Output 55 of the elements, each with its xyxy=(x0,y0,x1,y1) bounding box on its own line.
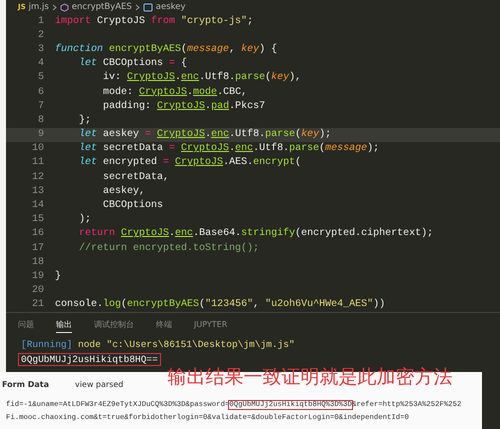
code-line: mode: CryptoJS.mode.CBC, xyxy=(102,86,248,98)
breadcrumb-item[interactable]: jm.js xyxy=(28,2,49,12)
code-line: import CryptoJS from "crypto-js"; xyxy=(55,16,254,27)
code-line: padding: CryptoJS.pad.Pkcs7 xyxy=(102,100,266,112)
code-line: let aeskey = CryptoJS.enc.Utf8.parse(key); xyxy=(78,129,332,140)
code-line: }; xyxy=(78,114,92,126)
line-number: 17 xyxy=(30,242,45,254)
code-line: ); xyxy=(78,214,92,226)
line-number: 8 xyxy=(36,114,45,126)
code-line: //return encrypted.toString(); xyxy=(78,242,260,254)
annotation-text: 输出结果一致证明就是此加密方法 xyxy=(167,365,452,390)
line-number: 4 xyxy=(36,58,45,70)
line-number: 19 xyxy=(30,270,45,282)
code-line: console.log(encryptByAES("123456", "u2oh6Vu^HWe4_AES")) xyxy=(55,299,386,310)
breadcrumb-item[interactable]: encryptByAES xyxy=(72,2,132,12)
chevron-icon xyxy=(134,4,140,10)
panel-tab[interactable]: 终端 xyxy=(156,317,172,332)
code-line: CBCOptions xyxy=(102,200,164,212)
code-line: } xyxy=(55,270,62,282)
panel-tab[interactable]: JUPYTER xyxy=(194,318,228,332)
breadcrumb-item[interactable]: aeskey xyxy=(156,2,186,12)
code-line: let CBCOptions = { xyxy=(78,58,188,70)
line-number: 16 xyxy=(30,228,45,240)
line-number: 6 xyxy=(36,86,45,98)
line-number: 7 xyxy=(36,100,45,112)
code-line: iv: CryptoJS.enc.Utf8.parse(key), xyxy=(102,72,302,84)
line-number: 15 xyxy=(30,214,45,226)
line-number: 10 xyxy=(30,143,45,154)
line-number: 13 xyxy=(30,186,45,197)
line-number: 3 xyxy=(36,44,45,55)
line-number: 5 xyxy=(36,72,45,84)
output-line: [Running] node "c:\Users\86151\Desktop\jm\jm.js" xyxy=(20,338,296,351)
cube-icon xyxy=(60,2,69,12)
line-number: 21 xyxy=(30,299,45,310)
line-number: 11 xyxy=(30,157,45,168)
line-number: 18 xyxy=(30,256,45,268)
line-number: 12 xyxy=(30,172,45,183)
code-line: secretData, xyxy=(102,172,170,183)
line-number: 2 xyxy=(36,30,45,41)
line-number: 14 xyxy=(30,200,45,212)
line-number: 1 xyxy=(36,16,45,27)
devtools-tab[interactable]: view parsed xyxy=(74,372,130,389)
line-number: 20 xyxy=(30,285,45,296)
devtools-tab[interactable]: Form Data xyxy=(2,372,55,389)
code-line: let encrypted = CryptoJS.AES.encrypt( xyxy=(78,157,302,168)
panel-tab[interactable]: 输出 xyxy=(56,316,72,333)
code-line: let secretData = CryptoJS.enc.Utf8.parse(message); xyxy=(78,143,380,154)
panel-tab[interactable]: 问题 xyxy=(18,317,34,332)
code-line: function encryptByAES(message, key) { xyxy=(55,44,278,55)
code-line: return CryptoJS.enc.Base64.stringify(encrypted.ciphertext); xyxy=(78,228,434,240)
line-number: 9 xyxy=(36,129,45,140)
variable-icon xyxy=(142,2,153,12)
panel-tab[interactable]: 调试控制台 xyxy=(94,317,134,332)
chevron-icon xyxy=(52,4,57,10)
code-line: aeskey, xyxy=(102,186,146,197)
